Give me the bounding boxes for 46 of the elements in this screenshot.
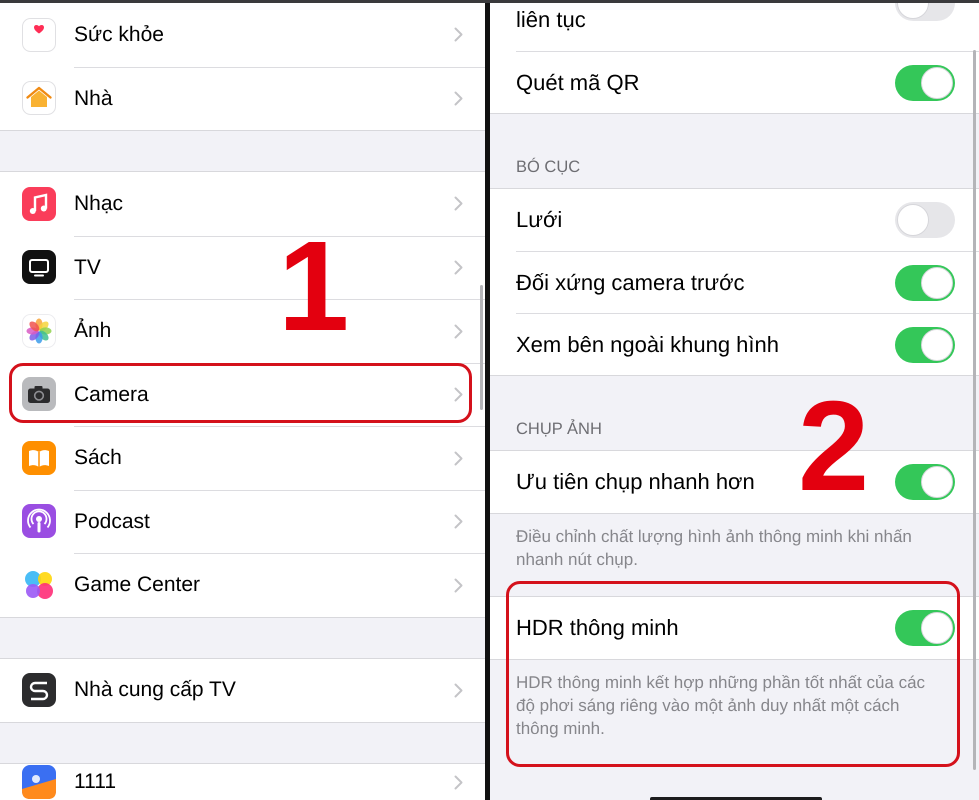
setting-label: liên tục — [516, 6, 587, 33]
music-note-icon — [22, 186, 56, 221]
camera-icon — [22, 377, 56, 412]
chevron-icon — [454, 450, 463, 466]
chevron-icon — [454, 682, 463, 698]
chevron-icon — [454, 27, 463, 42]
toggle-switch[interactable] — [895, 464, 955, 500]
setting-label: Ưu tiên chụp nhanh hơn — [516, 469, 756, 495]
section-footer: HDR thông minh kết hợp những phần tốt nhất của các độ phơi sáng riêng vào một ảnh duy nhất một cách thông minh. — [516, 671, 936, 740]
section-header: CHỤP ẢNH — [516, 419, 602, 439]
flower-icon — [22, 314, 56, 348]
settings-row[interactable]: Camera — [0, 362, 485, 426]
settings-row[interactable]: Game Center — [0, 553, 485, 616]
setting-label: Lưới — [516, 207, 564, 233]
settings-row[interactable]: Nhà cung cấp TV — [0, 658, 485, 722]
cable-icon — [22, 673, 56, 708]
settings-row[interactable]: Sức khỏe — [0, 3, 485, 66]
toggle-switch[interactable] — [895, 326, 955, 362]
toggle-switch[interactable] — [895, 202, 955, 238]
chevron-icon — [454, 774, 463, 790]
chevron-icon — [454, 514, 463, 530]
chevron-icon — [454, 387, 463, 402]
toggle-switch[interactable] — [895, 610, 955, 646]
settings-row[interactable]: Sách — [0, 426, 485, 490]
house-icon — [22, 81, 56, 116]
chevron-icon — [454, 324, 463, 339]
tv-icon — [22, 250, 56, 284]
broadcast-icon — [22, 504, 56, 538]
section-header: BÓ CỤC — [516, 157, 580, 177]
settings-row[interactable]: Podcast — [0, 490, 485, 553]
setting-label: HDR thông minh — [516, 615, 680, 641]
settings-row[interactable]: Nhà — [0, 66, 485, 130]
toggle-switch[interactable] — [895, 64, 955, 100]
settings-row[interactable]: 1111 — [0, 764, 485, 800]
step-number: 2 — [798, 383, 870, 511]
setting-label: Xem bên ngoài khung hình — [516, 332, 780, 358]
toggle-switch[interactable] — [895, 3, 955, 21]
chevron-icon — [454, 260, 463, 276]
chevron-icon — [454, 91, 463, 106]
chevron-icon — [454, 578, 463, 593]
setting-label: Quét mã QR — [516, 70, 640, 96]
section-footer: Điều chỉnh chất lượng hình ảnh thông minh khi nhấn nhanh nút chụp. — [516, 525, 936, 571]
chevron-icon — [454, 196, 463, 212]
setting-label: Đối xứng camera trước — [516, 270, 746, 296]
book-icon — [22, 440, 56, 475]
toggle-switch[interactable] — [895, 264, 955, 300]
